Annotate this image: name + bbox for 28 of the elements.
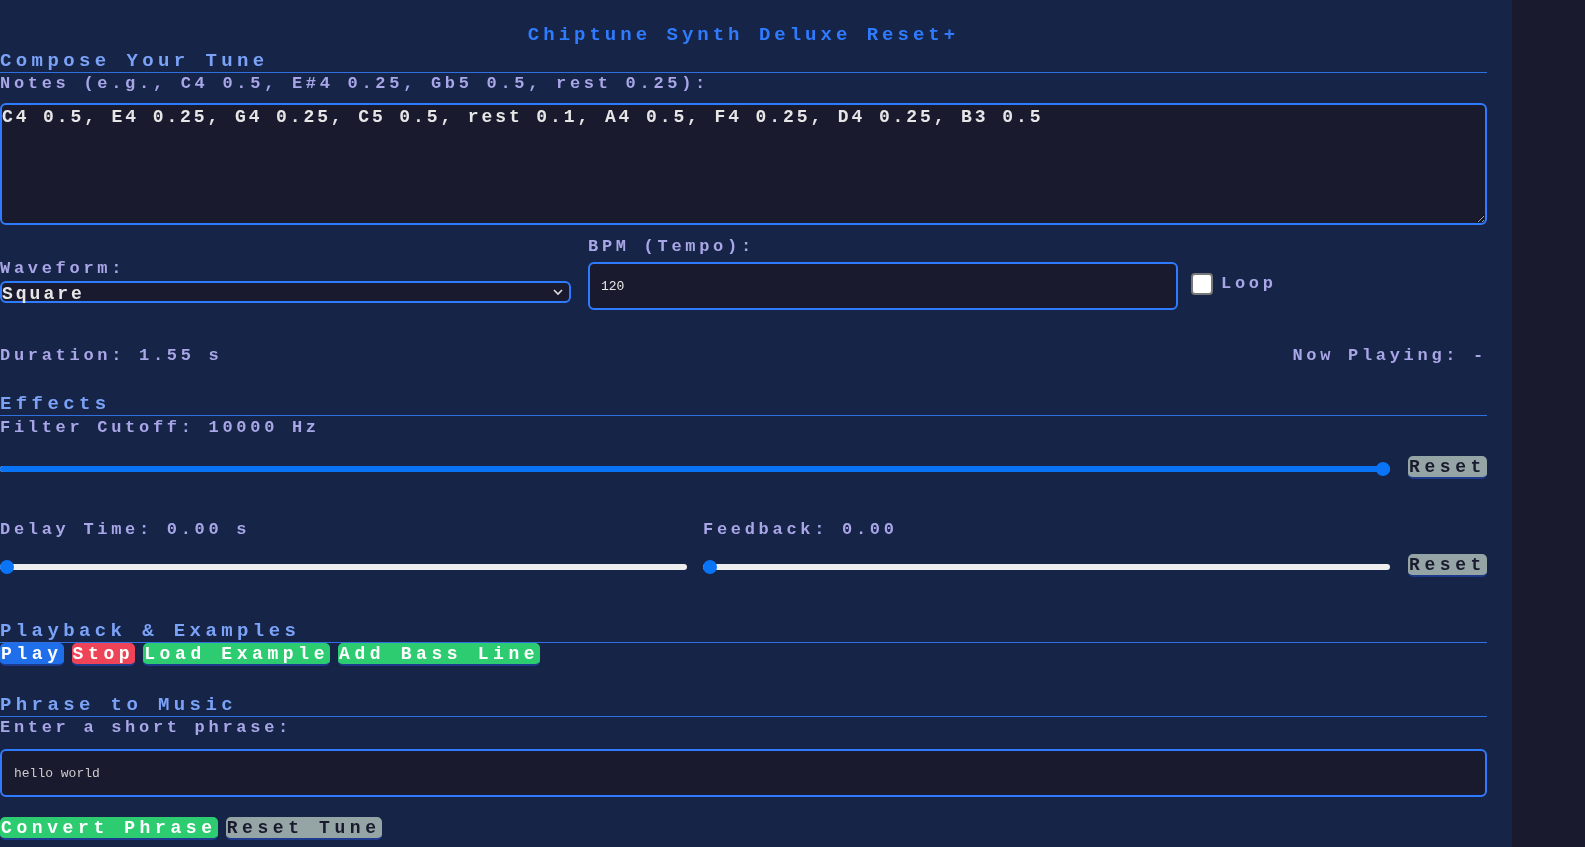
field-label: Delay Time: 0.00 s [0, 520, 252, 540]
field-label: Waveform: [0, 259, 127, 279]
section-heading: Phrase to Music [0, 694, 1487, 717]
action-button[interactable]: Reset [1408, 554, 1487, 577]
bpm-field[interactable]: 120 [588, 262, 1178, 310]
notes-field[interactable]: C4 0.5, E4 0.25, G4 0.25, C5 0.5, rest 0.1, A4 0.5, F4 0.25, D4 0.25, B3 0.5 [0, 103, 1487, 225]
loop-checkbox[interactable] [1191, 273, 1213, 295]
action-button[interactable]: Reset Tune [225, 817, 382, 840]
field-label: Feedback: 0.00 [703, 520, 899, 540]
field-label: Duration: 1.55 s [0, 346, 223, 366]
field-label: Loop [1221, 274, 1277, 294]
action-button[interactable]: Reset [1408, 456, 1487, 479]
field-label: Notes (e.g., C4 0.5, E#4 0.25, Gb5 0.5, rest 0.25): [0, 74, 710, 94]
action-button[interactable]: Play [0, 643, 64, 666]
field-label: Filter Cutoff: 10000 Hz [0, 418, 321, 438]
phrase-field[interactable]: hello world [0, 749, 1487, 797]
field-label: BPM (Tempo): [588, 237, 756, 257]
slider-thumb[interactable] [0, 560, 14, 574]
action-button[interactable]: Stop [71, 643, 136, 666]
chevron-icon [553, 288, 563, 296]
slider-thumb[interactable] [1376, 462, 1390, 476]
app-title: Chiptune Synth Deluxe Reset+ [527, 24, 960, 46]
field-label: Now Playing: - [1292, 346, 1487, 366]
section-heading: Effects [0, 393, 1487, 416]
waveform-dropdown[interactable]: Square [0, 281, 571, 303]
field-label: Enter a short phrase: [0, 718, 293, 738]
slider-thumb[interactable] [703, 560, 717, 574]
section-heading: Compose Your Tune [0, 50, 1487, 73]
